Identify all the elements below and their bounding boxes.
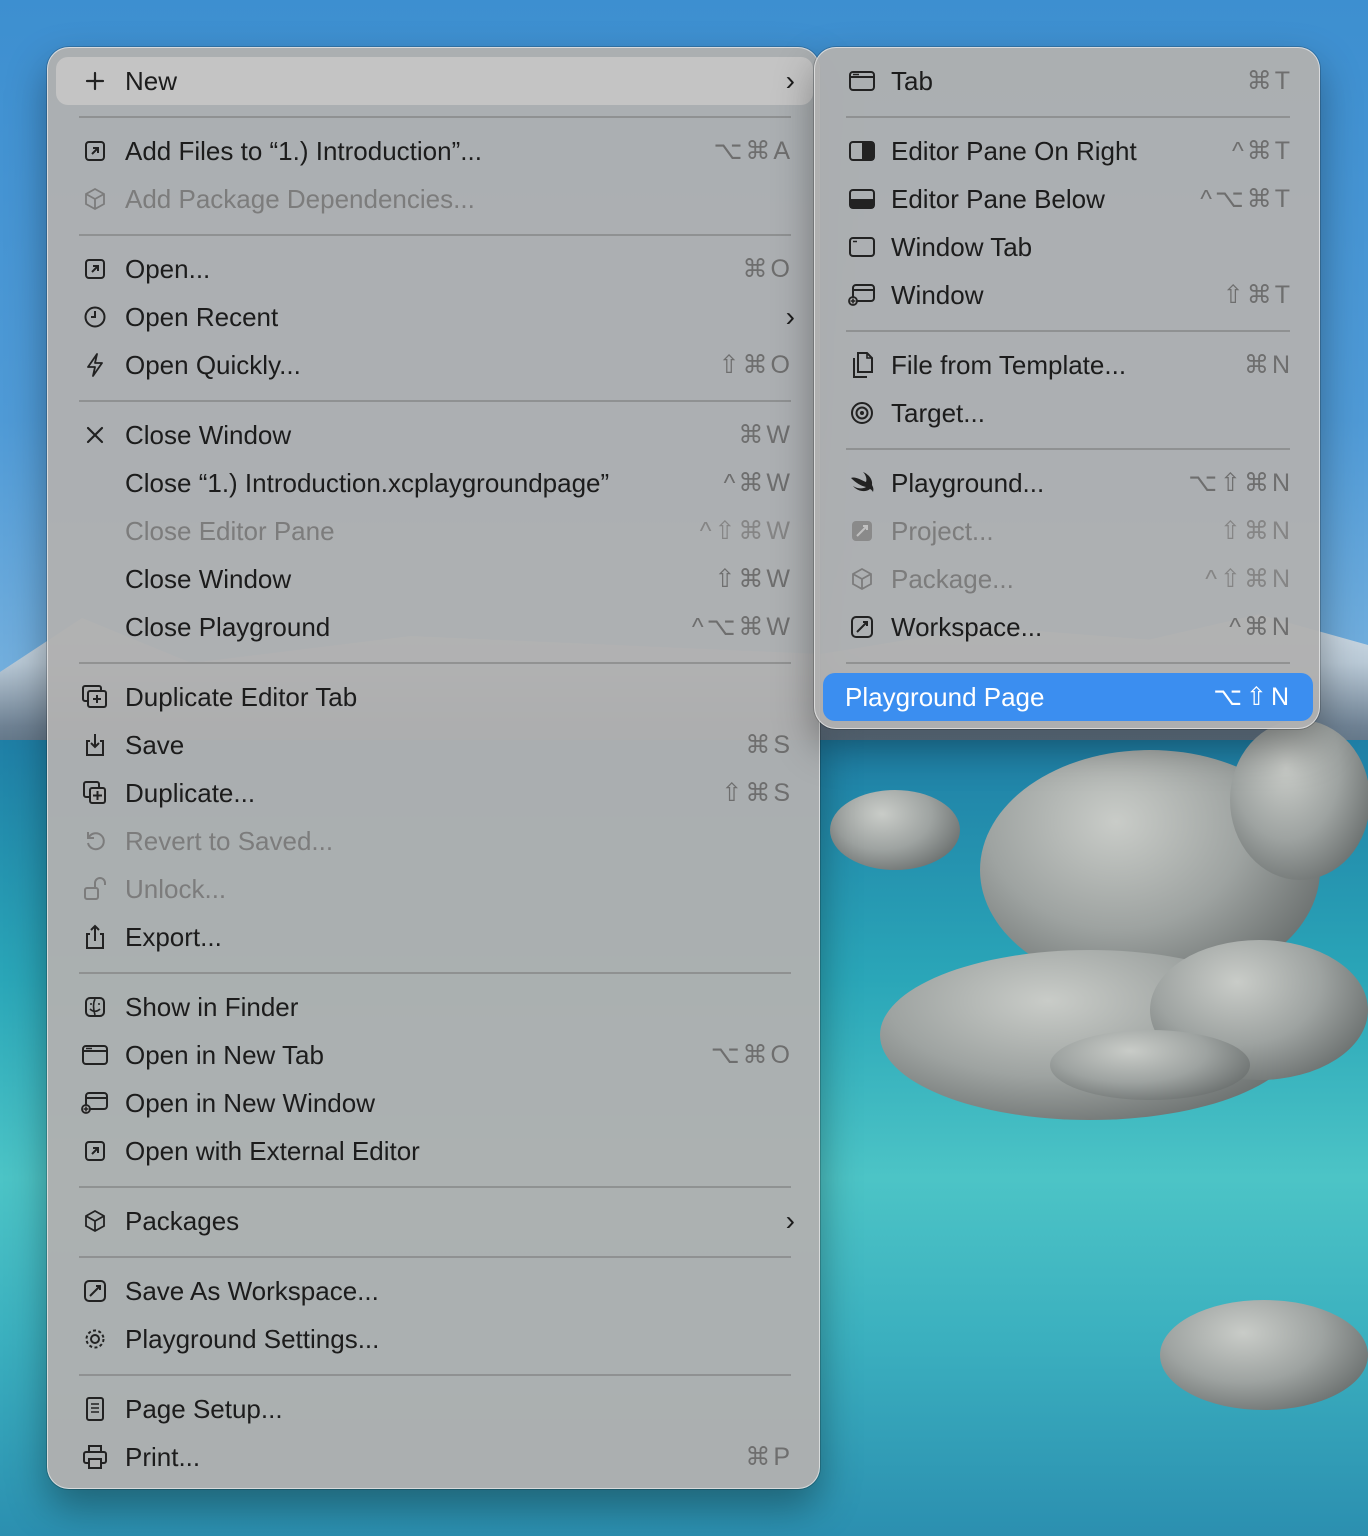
menu-item-close-window[interactable]: Close Window ⌘W	[56, 411, 813, 459]
boulder	[1050, 1030, 1250, 1100]
boulder	[1230, 720, 1368, 880]
swift-icon	[847, 468, 877, 498]
menu-separator	[79, 972, 791, 974]
menu-item-packages[interactable]: Packages ›	[56, 1197, 813, 1245]
printer-icon	[80, 1442, 110, 1472]
export-icon	[80, 922, 110, 952]
submenu-item-target[interactable]: Target...	[823, 389, 1313, 437]
menu-item-add-package-dependencies[interactable]: Add Package Dependencies...	[56, 175, 813, 223]
menu-item-close-window-2[interactable]: Close Window ⇧⌘W	[56, 555, 813, 603]
submenu-item-editor-pane-on-right[interactable]: Editor Pane On Right ^⌘T	[823, 127, 1313, 175]
menu-item-open-quickly[interactable]: Open Quickly... ⇧⌘O	[56, 341, 813, 389]
bolt-icon	[80, 350, 110, 380]
menu-separator	[79, 400, 791, 402]
new-submenu: Tab ⌘T Editor Pane On Right ^⌘T Editor P…	[814, 47, 1320, 729]
unlock-icon	[80, 874, 110, 904]
menu-separator	[79, 1256, 791, 1258]
menu-item-print[interactable]: Print... ⌘P	[56, 1433, 813, 1481]
tab-icon	[847, 66, 877, 96]
menu-item-page-setup[interactable]: Page Setup...	[56, 1385, 813, 1433]
external-editor-icon	[80, 1136, 110, 1166]
project-icon	[847, 516, 877, 546]
submenu-item-playground-page[interactable]: Playground Page ⌥⇧N	[823, 673, 1313, 721]
target-icon	[847, 398, 877, 428]
open-icon	[80, 254, 110, 284]
menu-item-duplicate[interactable]: Duplicate... ⇧⌘S	[56, 769, 813, 817]
menu-item-export[interactable]: Export...	[56, 913, 813, 961]
menu-item-open-recent[interactable]: Open Recent ›	[56, 293, 813, 341]
file-menu: New › Add Files to “1.) Introduction”...…	[47, 47, 820, 1489]
menu-item-add-files[interactable]: Add Files to “1.) Introduction”... ⌥⌘A	[56, 127, 813, 175]
close-icon	[80, 420, 110, 450]
submenu-item-playground[interactable]: Playground... ⌥⇧⌘N	[823, 459, 1313, 507]
plus-icon	[80, 66, 110, 96]
submenu-item-workspace[interactable]: Workspace... ^⌘N	[823, 603, 1313, 651]
menu-separator	[79, 1374, 791, 1376]
menu-separator	[846, 116, 1290, 118]
window-tab-icon	[847, 232, 877, 262]
package-icon	[80, 1206, 110, 1236]
menu-separator	[79, 662, 791, 664]
menu-item-close-playground[interactable]: Close Playground ^⌥⌘W	[56, 603, 813, 651]
package-icon	[80, 184, 110, 214]
menu-item-save-as-workspace[interactable]: Save As Workspace...	[56, 1267, 813, 1315]
menu-item-open-with-external-editor[interactable]: Open with External Editor	[56, 1127, 813, 1175]
add-file-icon	[80, 136, 110, 166]
revert-icon	[80, 826, 110, 856]
menu-item-open-in-new-tab[interactable]: Open in New Tab ⌥⌘O	[56, 1031, 813, 1079]
chevron-right-icon: ›	[785, 1205, 795, 1236]
pane-right-icon	[847, 136, 877, 166]
menu-separator	[846, 662, 1290, 664]
workspace-icon	[847, 612, 877, 642]
workspace-icon	[80, 1276, 110, 1306]
duplicate-tab-icon	[80, 682, 110, 712]
new-window-icon	[80, 1088, 110, 1118]
tab-icon	[80, 1040, 110, 1070]
boulder	[1160, 1300, 1368, 1410]
submenu-item-window[interactable]: Window ⇧⌘T	[823, 271, 1313, 319]
menu-item-unlock[interactable]: Unlock...	[56, 865, 813, 913]
clock-icon	[80, 302, 110, 332]
chevron-right-icon: ›	[785, 65, 795, 96]
menu-item-show-in-finder[interactable]: Show in Finder	[56, 983, 813, 1031]
boulder	[830, 790, 960, 870]
gear-icon	[80, 1324, 110, 1354]
submenu-item-file-from-template[interactable]: File from Template... ⌘N	[823, 341, 1313, 389]
duplicate-icon	[80, 778, 110, 808]
pane-below-icon	[847, 184, 877, 214]
save-icon	[80, 730, 110, 760]
menu-item-playground-settings[interactable]: Playground Settings...	[56, 1315, 813, 1363]
menu-separator	[79, 116, 791, 118]
menu-item-close-page[interactable]: Close “1.) Introduction.xcplaygroundpage…	[56, 459, 813, 507]
menu-item-open-in-new-window[interactable]: Open in New Window	[56, 1079, 813, 1127]
menu-item-duplicate-editor-tab[interactable]: Duplicate Editor Tab	[56, 673, 813, 721]
new-window-icon	[847, 280, 877, 310]
menu-item-open[interactable]: Open... ⌘O	[56, 245, 813, 293]
submenu-item-project[interactable]: Project... ⇧⌘N	[823, 507, 1313, 555]
menu-item-save[interactable]: Save ⌘S	[56, 721, 813, 769]
page-setup-icon	[80, 1394, 110, 1424]
menu-separator	[846, 448, 1290, 450]
finder-icon	[80, 992, 110, 1022]
menu-separator	[79, 234, 791, 236]
package-icon	[847, 564, 877, 594]
submenu-item-tab[interactable]: Tab ⌘T	[823, 57, 1313, 105]
menu-separator	[79, 1186, 791, 1188]
submenu-item-window-tab[interactable]: Window Tab	[823, 223, 1313, 271]
menu-item-revert-to-saved[interactable]: Revert to Saved...	[56, 817, 813, 865]
menu-item-new[interactable]: New ›	[56, 57, 813, 105]
submenu-item-editor-pane-below[interactable]: Editor Pane Below ^⌥⌘T	[823, 175, 1313, 223]
file-template-icon	[847, 350, 877, 380]
menu-item-close-editor-pane[interactable]: Close Editor Pane ^⇧⌘W	[56, 507, 813, 555]
submenu-item-package[interactable]: Package... ^⇧⌘N	[823, 555, 1313, 603]
chevron-right-icon: ›	[785, 301, 795, 332]
menu-separator	[846, 330, 1290, 332]
